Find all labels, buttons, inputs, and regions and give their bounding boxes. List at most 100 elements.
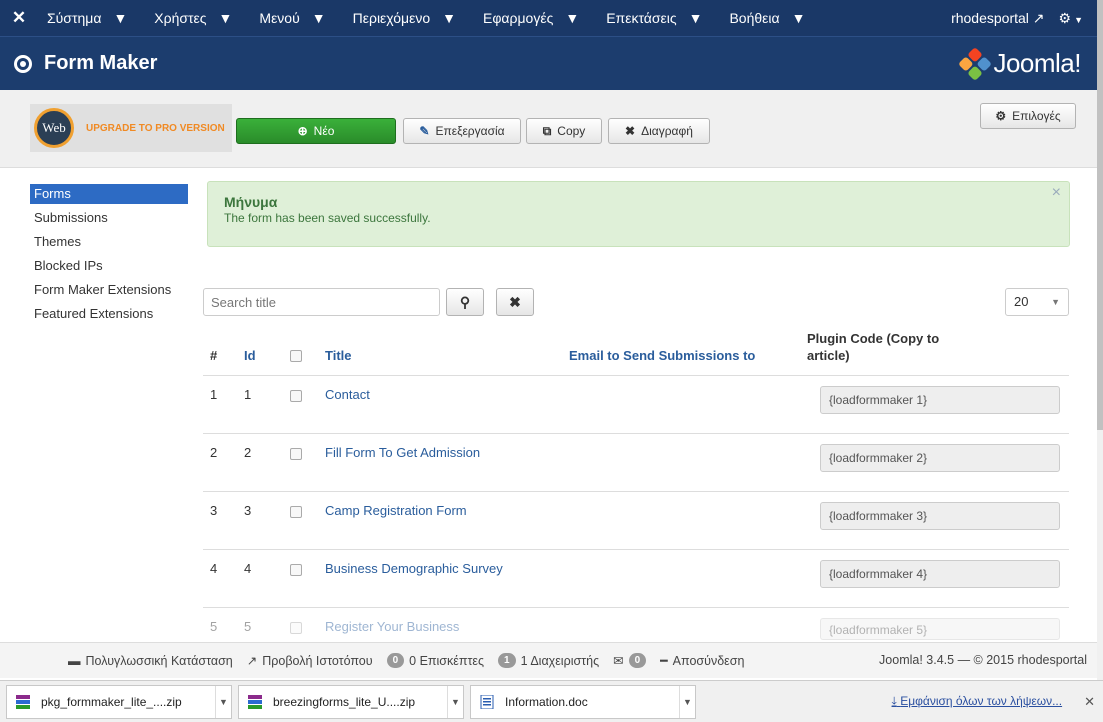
site-link-label: rhodesportal <box>951 9 1029 26</box>
toolbar: Web UPGRADE TO PRO VERSION ⊕ Νέο ✎ Επεξε… <box>0 90 1097 168</box>
sidebar-item-extensions[interactable]: Form Maker Extensions <box>30 280 188 300</box>
new-button[interactable]: ⊕ Νέο <box>236 118 396 144</box>
sidebar: Forms Submissions Themes Blocked IPs For… <box>30 184 188 328</box>
chevron-down-icon[interactable]: ▼ <box>447 685 463 718</box>
delete-x-icon: ✖ <box>625 124 636 138</box>
page-header: Form Maker Joomla! <box>0 36 1097 90</box>
row-id: 3 <box>244 503 252 518</box>
joomla-logo-icon <box>958 46 993 81</box>
plugin-code-field[interactable]: {loadformmaker 2} <box>820 444 1060 472</box>
search-button[interactable]: ⚲ <box>446 288 484 316</box>
download-item[interactable]: Information.doc ▼ <box>470 684 696 719</box>
edit-button[interactable]: ✎ Επεξεργασία <box>403 118 521 144</box>
search-input[interactable]: Search title <box>203 288 440 316</box>
row-title-link[interactable]: Business Demographic Survey <box>325 561 503 576</box>
admins-status: 1 1 Διαχειριστής <box>498 653 599 668</box>
menu-menus[interactable]: Μενού ▼ <box>250 10 343 26</box>
row-num: 1 <box>210 387 218 402</box>
menu-system[interactable]: Σύστημα ▼ <box>38 10 145 26</box>
logout-link[interactable]: ━ Αποσύνδεση <box>660 653 745 669</box>
multilingual-status[interactable]: ▬ Πολυγλωσσική Κατάσταση <box>68 654 233 668</box>
table-row: 5 5 Register Your Business {loadformmake… <box>203 608 1069 642</box>
chevron-down-icon[interactable]: ▼ <box>679 685 695 718</box>
menu-users[interactable]: Χρήστες ▼ <box>145 10 250 26</box>
row-checkbox[interactable] <box>290 564 302 576</box>
word-doc-icon <box>480 694 494 709</box>
plugin-code-field[interactable]: {loadformmaker 1} <box>820 386 1060 414</box>
external-link-icon: ↗ <box>1032 9 1045 26</box>
view-site-label: Προβολή Ιστοτόπου <box>262 653 373 668</box>
sidebar-item-themes[interactable]: Themes <box>30 232 188 252</box>
joomla-logo: Joomla! <box>958 46 1081 81</box>
chevron-down-icon: ▼ <box>113 10 128 26</box>
gear-icon: ⚙ <box>995 109 1007 123</box>
download-filename: pkg_formmaker_lite_....zip <box>41 694 182 709</box>
edit-icon: ✎ <box>419 124 430 138</box>
joomla-menu-icon[interactable]: ✕ <box>0 8 38 28</box>
row-id: 5 <box>244 619 252 634</box>
chevron-down-icon: ▼ <box>565 10 580 26</box>
download-item-main: pkg_formmaker_lite_....zip <box>7 694 215 709</box>
delete-button[interactable]: ✖ Διαγραφή <box>608 118 710 144</box>
messages-status[interactable]: ✉ 0 <box>613 653 647 668</box>
col-title[interactable]: Title <box>325 348 352 363</box>
download-filename: breezingforms_lite_U....zip <box>273 694 416 709</box>
close-icon[interactable]: × <box>1052 184 1061 202</box>
list-limit-select[interactable]: 20 ▼ <box>1005 288 1069 316</box>
visitors-status: 0 0 Επισκέπτες <box>386 653 484 668</box>
scrollbar-thumb[interactable] <box>1097 0 1103 430</box>
row-checkbox[interactable] <box>290 506 302 518</box>
menu-content[interactable]: Περιεχόμενο ▼ <box>344 10 474 26</box>
col-id[interactable]: Id <box>244 348 256 363</box>
select-all-checkbox[interactable] <box>290 350 302 362</box>
sidebar-item-forms[interactable]: Forms <box>30 184 188 204</box>
site-link[interactable]: rhodesportal ↗ <box>951 10 1044 27</box>
sidebar-item-featured-extensions[interactable]: Featured Extensions <box>30 304 188 324</box>
row-title-link[interactable]: Contact <box>325 387 370 402</box>
page-scrollbar[interactable] <box>1097 0 1103 680</box>
download-item[interactable]: pkg_formmaker_lite_....zip ▼ <box>6 684 232 719</box>
options-button[interactable]: ⚙ Επιλογές <box>980 103 1076 129</box>
upgrade-pro-banner[interactable]: Web UPGRADE TO PRO VERSION <box>30 104 232 152</box>
menu-help[interactable]: Βοήθεια ▼ <box>720 10 823 26</box>
page-title: Form Maker <box>44 52 158 74</box>
download-item-main: breezingforms_lite_U....zip <box>239 694 447 709</box>
download-item[interactable]: breezingforms_lite_U....zip ▼ <box>238 684 464 719</box>
chevron-down-icon: ▼ <box>311 10 326 26</box>
sidebar-item-submissions[interactable]: Submissions <box>30 208 188 228</box>
user-settings-menu[interactable]: ⚙ ▼ <box>1059 10 1083 27</box>
row-num: 2 <box>210 445 218 460</box>
plugin-code-field[interactable]: {loadformmaker 5} <box>820 618 1060 640</box>
col-email[interactable]: Email to Send Submissions to <box>569 348 755 363</box>
view-site-link[interactable]: ↗ Προβολή Ιστοτόπου <box>246 653 373 669</box>
envelope-icon: ✉ <box>613 654 624 668</box>
external-link-icon: ↗ <box>246 654 258 668</box>
downloads-bar: pkg_formmaker_lite_....zip ▼ breezingfor… <box>0 680 1103 722</box>
plugin-code-field[interactable]: {loadformmaker 4} <box>820 560 1060 588</box>
row-title-link[interactable]: Camp Registration Form <box>325 503 467 518</box>
row-title-link[interactable]: Fill Form To Get Admission <box>325 445 480 460</box>
copy-button[interactable]: ⧉ Copy <box>526 118 602 144</box>
row-checkbox[interactable] <box>290 390 302 402</box>
row-title-link[interactable]: Register Your Business <box>325 619 459 634</box>
table-row: 3 3 Camp Registration Form {loadformmake… <box>203 492 1069 550</box>
sidebar-item-blocked-ips[interactable]: Blocked IPs <box>30 256 188 276</box>
plugin-code-field[interactable]: {loadformmaker 3} <box>820 502 1060 530</box>
row-checkbox[interactable] <box>290 448 302 460</box>
chevron-down-icon[interactable]: ▼ <box>215 685 231 718</box>
close-icon[interactable]: ✕ <box>1084 694 1095 710</box>
search-icon: ⚲ <box>459 293 471 310</box>
edit-button-label: Επεξεργασία <box>435 124 505 138</box>
topnav-right: rhodesportal ↗ ⚙ ▼ <box>951 10 1097 27</box>
clear-search-button[interactable]: ✖ <box>496 288 534 316</box>
menu-components[interactable]: Εφαρμογές ▼ <box>474 10 597 26</box>
table-header: # Id Title Email to Send Submissions to … <box>203 328 1069 376</box>
show-all-downloads-link[interactable]: ⤓ Εμφάνιση όλων των λήψεων... <box>892 694 1063 709</box>
chevron-down-icon: ▼ <box>1074 14 1083 25</box>
row-num: 5 <box>210 619 218 634</box>
copy-button-label: Copy <box>557 124 586 138</box>
logout-label: Αποσύνδεση <box>672 653 745 668</box>
row-checkbox[interactable] <box>290 622 302 634</box>
multilingual-status-label: Πολυγλωσσική Κατάσταση <box>85 653 233 668</box>
menu-extensions[interactable]: Επεκτάσεις ▼ <box>597 10 720 26</box>
